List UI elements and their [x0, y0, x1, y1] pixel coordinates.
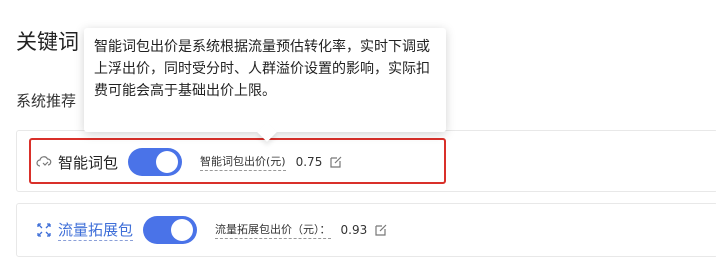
traffic-package-name[interactable]: 流量拓展包 [58, 219, 134, 241]
highlight-box [29, 138, 446, 184]
traffic-package-bid-value: 0.93 [340, 223, 368, 237]
toggle-knob [171, 219, 194, 241]
traffic-package-bid-label[interactable]: 流量拓展包出价（元）： [215, 221, 331, 239]
traffic-package-toggle[interactable] [143, 216, 198, 244]
recommend-subtitle: 系统推荐 [16, 92, 77, 110]
section-title: 关键词 [16, 30, 79, 54]
tooltip-text: 智能词包出价是系统根据流量预估转化率，实时下调或上浮出价，同时受分时、人群溢价设… [94, 39, 430, 99]
edit-icon[interactable] [374, 223, 388, 237]
expand-arrows-icon [36, 222, 52, 238]
bid-tooltip: 智能词包出价是系统根据流量预估转化率，实时下调或上浮出价，同时受分时、人群溢价设… [84, 28, 446, 142]
traffic-package-row: 流量拓展包 流量拓展包出价（元）： 0.93 [36, 214, 388, 246]
